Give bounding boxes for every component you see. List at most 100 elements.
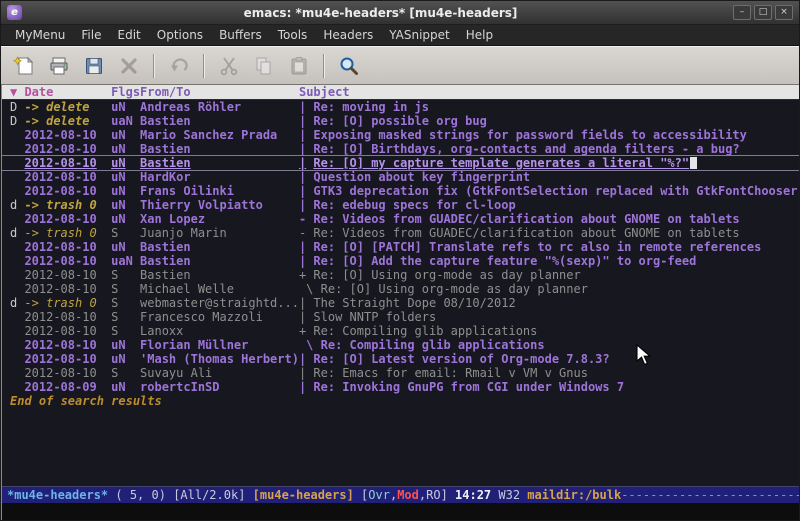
text-cursor: [690, 157, 697, 169]
message-from: Thierry Volpiatto: [140, 198, 299, 212]
mark-indicator: [10, 268, 24, 282]
message-row[interactable]: 2012-08-10 uN Bastien | Re: [O] Birthday…: [2, 142, 799, 156]
copy-button[interactable]: [249, 51, 279, 81]
print-button[interactable]: [44, 51, 74, 81]
menu-item[interactable]: Options: [149, 26, 211, 44]
menu-item[interactable]: MyMenu: [7, 26, 73, 44]
new-file-button[interactable]: [9, 51, 39, 81]
minimize-button[interactable]: –: [733, 5, 751, 20]
subject-column-header[interactable]: Subject: [299, 85, 799, 99]
message-date: 2012-08-10: [24, 170, 111, 184]
message-row[interactable]: 2012-08-09 uN robertcInSD | Re: Invoking…: [2, 380, 799, 394]
from-to-column-header[interactable]: From/To: [140, 85, 299, 99]
message-row[interactable]: 2012-08-10 uN Mario Sanchez Prada | Expo…: [2, 128, 799, 142]
menu-item[interactable]: Buffers: [211, 26, 270, 44]
menu-item[interactable]: File: [73, 26, 109, 44]
message-row[interactable]: 2012-08-10 uN Xan Lopez - Re: Videos fro…: [2, 212, 799, 226]
buffer-empty-area: [2, 408, 799, 486]
message-subject: Re: [O] Latest version of Org-mode 7.8.3…: [306, 352, 799, 366]
message-date: 2012-08-10: [24, 156, 111, 170]
message-flags: uN: [111, 240, 140, 254]
headers-buffer[interactable]: D -> delete uN Andreas Röhler | Re: movi…: [2, 100, 799, 394]
message-subject: Re: [O] possible org bug: [306, 114, 799, 128]
end-of-search-results: End of search results: [2, 394, 799, 408]
menu-item[interactable]: Tools: [270, 26, 316, 44]
message-subject: Re: [O] Using org-mode as day planner: [306, 268, 799, 282]
message-row[interactable]: 2012-08-10 uN Frans Oilinki | GTK3 depre…: [2, 184, 799, 198]
message-row[interactable]: 2012-08-10 uN HardKor | Question about k…: [2, 170, 799, 184]
mark-indicator: [10, 310, 24, 324]
message-row[interactable]: 2012-08-10 uN Florian Müllner \ Re: Comp…: [2, 338, 799, 352]
modeline-segment: *mu4e-headers*: [7, 488, 108, 502]
message-row[interactable]: d -> trash 0 uN Thierry Volpiatto | Re: …: [2, 198, 799, 212]
modeline-segment: ----------------------------------------…: [621, 488, 799, 502]
mark-indicator: [10, 254, 24, 268]
message-date: 2012-08-10: [24, 338, 111, 352]
thread-indicator: \: [299, 282, 313, 296]
search-button[interactable]: [334, 51, 364, 81]
cut-button[interactable]: [214, 51, 244, 81]
message-flags: S: [111, 296, 140, 310]
message-flags: S: [111, 366, 140, 380]
modeline-segment: [mu4e-headers]: [253, 488, 361, 502]
modeline-segment: W32: [498, 488, 527, 502]
message-row[interactable]: 2012-08-10 uaN Bastien | Re: [O] Add the…: [2, 254, 799, 268]
message-from: robertcInSD: [140, 380, 299, 394]
message-date: 2012-08-09: [24, 380, 111, 394]
message-row[interactable]: d -> trash 0 S webmaster@straightd... | …: [2, 296, 799, 310]
message-row[interactable]: 2012-08-10 S Francesco Mazzoli | Slow NN…: [2, 310, 799, 324]
flags-column-header[interactable]: Flgs: [111, 85, 140, 99]
message-from: Xan Lopez: [140, 212, 299, 226]
undo-button[interactable]: [164, 51, 194, 81]
message-flags: uN: [111, 352, 140, 366]
delete-button[interactable]: [114, 51, 144, 81]
mode-line: *mu4e-headers* ( 5, 0) [All/2.0k] [mu4e-…: [2, 486, 799, 503]
message-subject: Re: edebug specs for cl-loop: [306, 198, 799, 212]
mark-indicator: [10, 338, 24, 352]
message-date: 2012-08-10: [24, 184, 111, 198]
message-row[interactable]: 2012-08-10 S Bastien + Re: [O] Using org…: [2, 268, 799, 282]
message-date: 2012-08-10: [24, 352, 111, 366]
editor-frame: ▼ Date Flgs From/To Subject D -> delete …: [1, 85, 799, 520]
message-row[interactable]: 2012-08-10 S Michael Welle \ Re: [O] Usi…: [2, 282, 799, 296]
copy-pages-icon: [253, 55, 275, 77]
scissors-icon: [218, 55, 240, 77]
menu-item[interactable]: Headers: [315, 26, 381, 44]
mark-indicator: [10, 366, 24, 380]
message-row[interactable]: 2012-08-10 uN Bastien | Re: [O] [PATCH] …: [2, 240, 799, 254]
message-row[interactable]: 2012-08-10 S Lanoxx + Re: Compiling glib…: [2, 324, 799, 338]
message-flags: uN: [111, 198, 140, 212]
message-date: 2012-08-10: [24, 324, 111, 338]
mark-indicator: d: [10, 226, 24, 240]
message-row[interactable]: D -> delete uaN Bastien | Re: [O] possib…: [2, 114, 799, 128]
message-row[interactable]: 2012-08-10 S Suvayu Ali | Re: Emacs for …: [2, 366, 799, 380]
subject-text: Re: [O] Add the capture feature "%(sexp)…: [313, 254, 696, 268]
message-row[interactable]: D -> delete uN Andreas Röhler | Re: movi…: [2, 100, 799, 114]
message-flags: uN: [111, 212, 140, 226]
message-row[interactable]: d -> trash 0 S Juanjo Marin - Re: Videos…: [2, 226, 799, 240]
message-from: Bastien: [140, 114, 299, 128]
thread-indicator: +: [299, 324, 306, 338]
message-from: HardKor: [140, 170, 299, 184]
thread-indicator: |: [299, 254, 306, 268]
thread-indicator: |: [299, 170, 306, 184]
message-from: Francesco Mazzoli: [140, 310, 299, 324]
message-flags: S: [111, 324, 140, 338]
modeline-segment: ,RO]: [419, 488, 455, 502]
menu-item[interactable]: YASnippet: [381, 26, 458, 44]
thread-indicator: |: [299, 100, 306, 114]
menu-item[interactable]: Edit: [110, 26, 149, 44]
menu-item[interactable]: Help: [458, 26, 501, 44]
close-button[interactable]: ×: [775, 5, 793, 20]
save-button[interactable]: [79, 51, 109, 81]
thread-indicator: |: [299, 380, 306, 394]
paste-button[interactable]: [284, 51, 314, 81]
maximize-button[interactable]: □: [754, 5, 772, 20]
mark-indicator: [10, 184, 24, 198]
sort-date-column-header[interactable]: ▼ Date: [10, 85, 111, 99]
message-from: Florian Müllner: [140, 338, 299, 352]
message-row[interactable]: 2012-08-10 uN Bastien | Re: [O] my captu…: [2, 156, 799, 170]
message-date: -> trash 0: [24, 226, 111, 240]
message-row[interactable]: 2012-08-10 uN 'Mash (Thomas Herbert) | R…: [2, 352, 799, 366]
message-date: 2012-08-10: [24, 212, 111, 226]
